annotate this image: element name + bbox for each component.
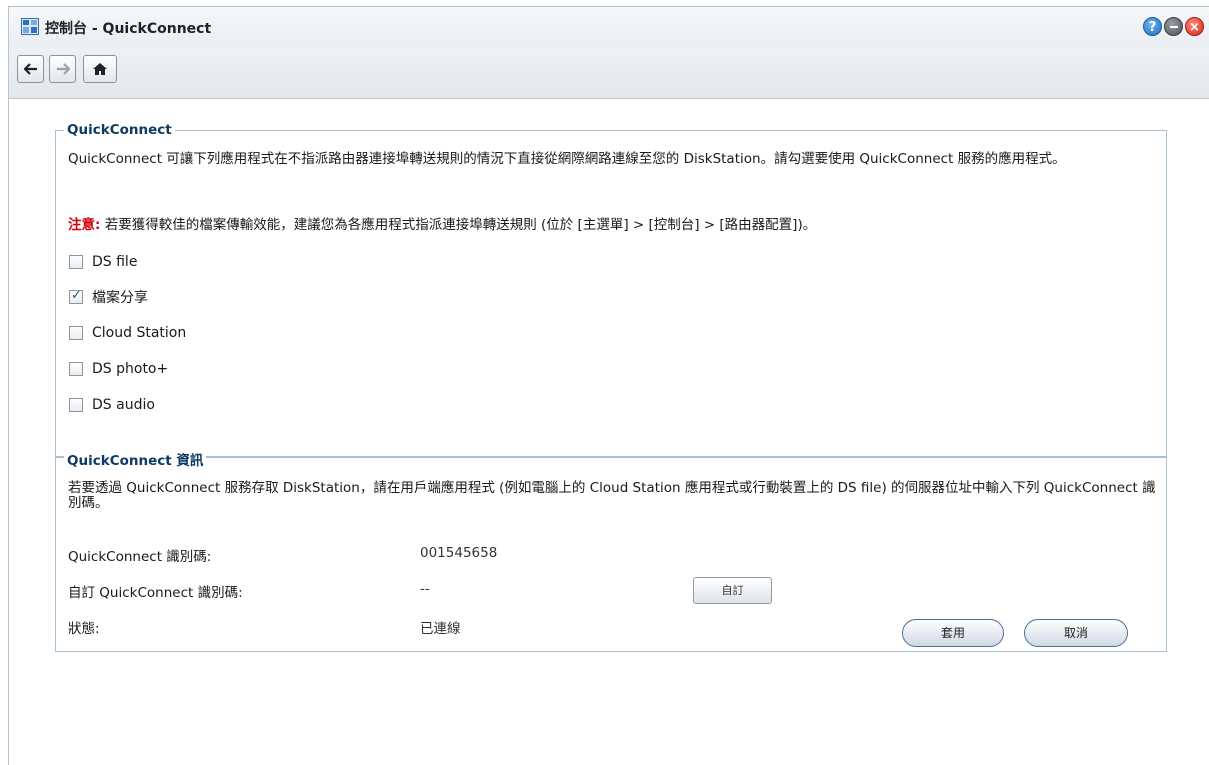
app-option-ds-file[interactable]: DS file: [69, 253, 137, 271]
checkbox[interactable]: [69, 255, 83, 269]
content-area: QuickConnect QuickConnect 可讓下列應用程式在不指派路由…: [9, 99, 1209, 765]
app-option-ds-audio[interactable]: DS audio: [69, 396, 155, 414]
forward-button[interactable]: [49, 55, 76, 83]
close-button[interactable]: ×: [1185, 17, 1204, 36]
control-panel-icon: [21, 18, 39, 35]
notice-body: 若要獲得較佳的檔案傳輸效能，建議您為各應用程式指派連接埠轉送規則 (位於 [主選…: [104, 217, 817, 233]
home-icon: [93, 63, 107, 75]
customize-button[interactable]: 自訂: [693, 577, 772, 604]
notice-text: 注意: 若要獲得較佳的檔案傳輸效能，建議您為各應用程式指派連接埠轉送規則 (位於…: [68, 213, 816, 233]
help-icon: ?: [1148, 20, 1157, 35]
app-option-cloud-station[interactable]: Cloud Station: [69, 324, 186, 342]
arrow-right-icon: [56, 63, 70, 75]
checkbox-label: DS photo+: [92, 361, 169, 377]
quickconnect-description: QuickConnect 可讓下列應用程式在不指派路由器連接埠轉送規則的情況下直…: [68, 151, 1066, 167]
window-title: 控制台 - QuickConnect: [45, 21, 212, 37]
info-description: 若要透過 QuickConnect 服務存取 DiskStation，請在用戶端…: [68, 480, 1156, 511]
custom-id-value: --: [420, 581, 430, 597]
checkbox-label: DS file: [92, 254, 138, 270]
quickconnect-info-legend: QuickConnect 資訊: [64, 449, 207, 469]
quickconnect-id-label: QuickConnect 識別碼:: [68, 549, 212, 565]
quickconnect-id-row: QuickConnect 識別碼: 001545658: [68, 545, 1118, 565]
quickconnect-id-value: 001545658: [420, 545, 498, 561]
app-option-ds-photo[interactable]: DS photo+: [69, 360, 168, 378]
title-bar: 控制台 - QuickConnect ? ×: [9, 7, 1209, 47]
custom-id-row: 自訂 QuickConnect 識別碼: -- 自訂: [68, 577, 1118, 604]
status-label: 狀態:: [68, 621, 100, 637]
back-button[interactable]: [17, 55, 44, 83]
quickconnect-group: QuickConnect QuickConnect 可讓下列應用程式在不指派路由…: [55, 122, 1167, 457]
quickconnect-legend: QuickConnect: [64, 122, 175, 138]
navigation-toolbar: [9, 47, 1209, 99]
help-button[interactable]: ?: [1143, 17, 1162, 36]
checkbox-label: Cloud Station: [92, 325, 187, 341]
home-button[interactable]: [83, 55, 117, 83]
checkbox[interactable]: [69, 326, 83, 340]
checkbox-label: DS audio: [92, 397, 155, 413]
notice-label: 注意:: [68, 217, 101, 233]
checkbox[interactable]: [69, 362, 83, 376]
arrow-left-icon: [23, 63, 37, 75]
control-panel-window: 控制台 - QuickConnect ? × QuickConnect Quic…: [8, 6, 1209, 765]
checkbox-checked[interactable]: [69, 288, 83, 304]
custom-id-label: 自訂 QuickConnect 識別碼:: [68, 585, 243, 601]
cancel-button[interactable]: 取消: [1024, 619, 1128, 647]
minimize-icon: [1170, 26, 1178, 28]
apply-button[interactable]: 套用: [902, 619, 1004, 647]
status-value: 已連線: [420, 621, 461, 637]
checkbox[interactable]: [69, 398, 83, 412]
close-icon: ×: [1189, 20, 1200, 35]
minimize-button[interactable]: [1164, 17, 1183, 36]
checkbox-label: 檔案分享: [92, 290, 148, 306]
app-option-file-sharing[interactable]: 檔案分享: [69, 288, 148, 306]
